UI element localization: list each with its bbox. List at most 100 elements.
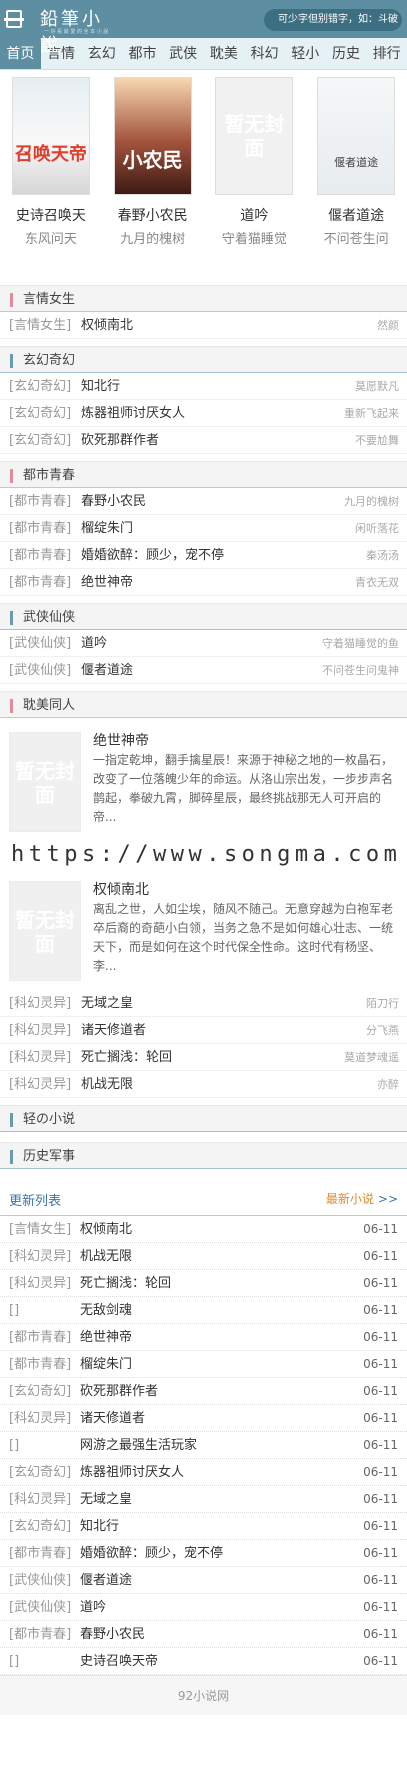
list-item[interactable]: [都市青春] 绝世神帝 青衣无双: [0, 569, 407, 596]
update-row[interactable]: [] 无敌剑魂 06-11: [0, 1297, 407, 1324]
featured-description: 离乱之世，人如尘埃，随风不随己。无意穿越为白袍军老卒后裔的奇葩小白领，当务之急不…: [93, 902, 394, 973]
cover-author: 守着猫睡觉: [221, 232, 287, 247]
update-row[interactable]: [武侠仙侠] 偃者道途 06-11: [0, 1567, 407, 1594]
header: 鉛筆小說 一 好 看 最 愛 的 全 本 小 說 可少字但别错字，如：斗破: [0, 0, 407, 56]
site-logo[interactable]: 鉛筆小說 一 好 看 最 愛 的 全 本 小 說: [4, 6, 121, 56]
update-row[interactable]: [都市青春] 婚婚欲醉：顾少，宠不停 06-11: [0, 1540, 407, 1567]
update-row[interactable]: [科幻灵异] 诸天修道者 06-11: [0, 1405, 407, 1432]
update-book-title[interactable]: 偃者道途: [80, 1567, 363, 1593]
update-book-title[interactable]: 炼器祖师讨厌女人: [80, 1459, 363, 1485]
search-input[interactable]: 可少字但别错字，如：斗破: [264, 9, 402, 31]
featured-title[interactable]: 绝世神帝: [93, 730, 149, 750]
cover-card[interactable]: 小农民 春野小农民 九月的槐树: [102, 77, 204, 285]
update-date: 06-11: [363, 1519, 398, 1533]
update-book-title[interactable]: 榴绽朱门: [80, 1351, 363, 1377]
list-item[interactable]: [言情女生] 权倾南北 然颜: [0, 312, 407, 339]
update-book-title[interactable]: 机战无限: [80, 1243, 363, 1269]
section-header-qingxiaoshuo[interactable]: 轻の小说: [0, 1105, 407, 1132]
nav-wuxia[interactable]: 武侠: [163, 38, 204, 69]
cover-title[interactable]: 偃者道途: [305, 205, 407, 225]
list-item[interactable]: [都市青春] 婚婚欲醉：顾少，宠不停 秦汤汤: [0, 542, 407, 569]
list-item[interactable]: [科幻灵异] 死亡搁浅：轮回 莫道梦魂遥: [0, 1044, 407, 1071]
update-book-title[interactable]: 诸天修道者: [80, 1405, 363, 1431]
featured-book[interactable]: 暂无封面 绝世神帝 一指定乾坤，翻手擒星辰！来源于神秘之地的一枚晶石，改变了一位…: [0, 718, 407, 841]
update-book-title[interactable]: 春野小农民: [80, 1621, 363, 1647]
footer: 92小说网: [0, 1675, 407, 1715]
list-item[interactable]: [武侠仙侠] 道吟 守着猫睡觉的鱼: [0, 630, 407, 657]
nav-danmei[interactable]: 耽美: [204, 38, 245, 69]
update-book-title[interactable]: 网游之最强生活玩家: [80, 1432, 363, 1458]
update-row[interactable]: [] 网游之最强生活玩家 06-11: [0, 1432, 407, 1459]
list-item[interactable]: [玄幻奇幻] 知北行 莫愿默凡: [0, 373, 407, 400]
update-row[interactable]: [都市青春] 榴绽朱门 06-11: [0, 1351, 407, 1378]
logo-slogan: 一 好 看 最 愛 的 全 本 小 說: [44, 29, 109, 35]
section-header-wuxia[interactable]: 武侠仙侠: [0, 603, 407, 630]
section-header-dushi[interactable]: 都市青春: [0, 461, 407, 488]
update-row[interactable]: [] 史诗召唤天帝 06-11: [0, 1648, 407, 1675]
update-book-title[interactable]: 道吟: [80, 1594, 363, 1620]
section-header-xuanhuan[interactable]: 玄幻奇幻: [0, 346, 407, 373]
book-cover-placeholder[interactable]: 暂无封面: [215, 77, 294, 195]
update-row[interactable]: [玄幻奇幻] 知北行 06-11: [0, 1513, 407, 1540]
update-book-title[interactable]: 死亡搁浅：轮回: [80, 1270, 363, 1296]
featured-book[interactable]: 暂无封面 权倾南北 离乱之世，人如尘埃，随风不随己。无意穿越为白袍军老卒后裔的奇…: [0, 867, 407, 990]
update-row[interactable]: [言情女生] 权倾南北 06-11: [0, 1216, 407, 1243]
book-cover-image[interactable]: 小农民: [113, 77, 192, 195]
featured-title[interactable]: 权倾南北: [93, 879, 149, 899]
cover-title[interactable]: 道吟: [204, 205, 306, 225]
update-row[interactable]: [武侠仙侠] 道吟 06-11: [0, 1594, 407, 1621]
cover-card[interactable]: 召唤天帝 史诗召唤天 东风问天: [0, 77, 102, 285]
book-cover-image[interactable]: 召唤天帝: [11, 77, 90, 195]
update-row[interactable]: [科幻灵异] 无域之皇 06-11: [0, 1486, 407, 1513]
section-header-yanqing[interactable]: 言情女生: [0, 285, 407, 312]
nav-ranking[interactable]: 排行: [366, 38, 407, 69]
update-book-title[interactable]: 无域之皇: [80, 1486, 363, 1512]
cover-card[interactable]: 偃者道途 偃者道途 不问苍生问: [305, 77, 407, 285]
cover-title[interactable]: 春野小农民: [102, 205, 204, 225]
update-row[interactable]: [玄幻奇幻] 砍死那群作者 06-11: [0, 1378, 407, 1405]
book-cover-placeholder[interactable]: 暂无封面: [9, 732, 81, 832]
list-item[interactable]: [都市青春] 春野小农民 九月的槐树: [0, 488, 407, 515]
update-book-title[interactable]: 知北行: [80, 1513, 363, 1539]
update-book-title[interactable]: 权倾南北: [80, 1216, 363, 1242]
update-book-title[interactable]: 砍死那群作者: [80, 1378, 363, 1404]
cover-title[interactable]: 史诗召唤天: [0, 205, 102, 225]
update-row[interactable]: [都市青春] 春野小农民 06-11: [0, 1621, 407, 1648]
update-date: 06-11: [363, 1411, 398, 1425]
update-category: [武侠仙侠]: [9, 1573, 72, 1588]
cover-card[interactable]: 暂无封面 道吟 守着猫睡觉: [204, 77, 306, 285]
section-header-lishi[interactable]: 历史军事: [0, 1142, 407, 1169]
update-date: 06-11: [363, 1384, 398, 1398]
update-category: [都市青春]: [9, 1330, 72, 1345]
nav-lishi[interactable]: 历史: [326, 38, 367, 69]
list-item[interactable]: [科幻灵异] 机战无限 亦醉: [0, 1071, 407, 1098]
list-item[interactable]: [科幻灵异] 诸天修道者 分飞燕: [0, 1017, 407, 1044]
list-item[interactable]: [武侠仙侠] 偃者道途 不问苍生问鬼神: [0, 657, 407, 684]
latest-novels-link[interactable]: 最新小说 >>: [326, 1190, 398, 1207]
nav-kehuan[interactable]: 科幻: [244, 38, 285, 69]
update-row[interactable]: [科幻灵异] 机战无限 06-11: [0, 1243, 407, 1270]
cover-author: 东风问天: [24, 232, 77, 247]
list-item[interactable]: [科幻灵异] 无域之皇 陌刀行: [0, 990, 407, 1017]
update-row[interactable]: [都市青春] 绝世神帝 06-11: [0, 1324, 407, 1351]
update-book-title[interactable]: 无敌剑魂: [80, 1297, 363, 1323]
nav-dushi[interactable]: 都市: [122, 38, 163, 69]
nav-qingxiao[interactable]: 轻小: [285, 38, 326, 69]
update-list: [言情女生] 权倾南北 06-11 [科幻灵异] 机战无限 06-11 [科幻灵异] 死亡搁浅…: [0, 1216, 407, 1675]
update-category: [玄幻奇幻]: [9, 1519, 72, 1534]
section-header-danmei[interactable]: 耽美同人: [0, 691, 407, 718]
update-row[interactable]: [科幻灵异] 死亡搁浅：轮回 06-11: [0, 1270, 407, 1297]
update-date: 06-11: [363, 1465, 398, 1479]
update-category: [都市青春]: [9, 1627, 72, 1642]
list-item[interactable]: [都市青春] 榴绽朱门 闲听落花: [0, 515, 407, 542]
book-cover-placeholder[interactable]: 暂无封面: [9, 881, 81, 981]
update-row[interactable]: [玄幻奇幻] 炼器祖师讨厌女人 06-11: [0, 1459, 407, 1486]
list-item[interactable]: [玄幻奇幻] 炼器祖师讨厌女人 重新飞起来: [0, 400, 407, 427]
update-book-title[interactable]: 绝世神帝: [80, 1324, 363, 1350]
list-item[interactable]: [玄幻奇幻] 砍死那群作者 不要尬舞: [0, 427, 407, 454]
nav-home[interactable]: 首页: [0, 38, 41, 69]
update-book-title[interactable]: 婚婚欲醉：顾少，宠不停: [80, 1540, 363, 1566]
book-cover-image[interactable]: 偃者道途: [317, 77, 396, 195]
cover-author: 九月的槐树: [120, 232, 186, 247]
update-book-title[interactable]: 史诗召唤天帝: [80, 1648, 363, 1674]
